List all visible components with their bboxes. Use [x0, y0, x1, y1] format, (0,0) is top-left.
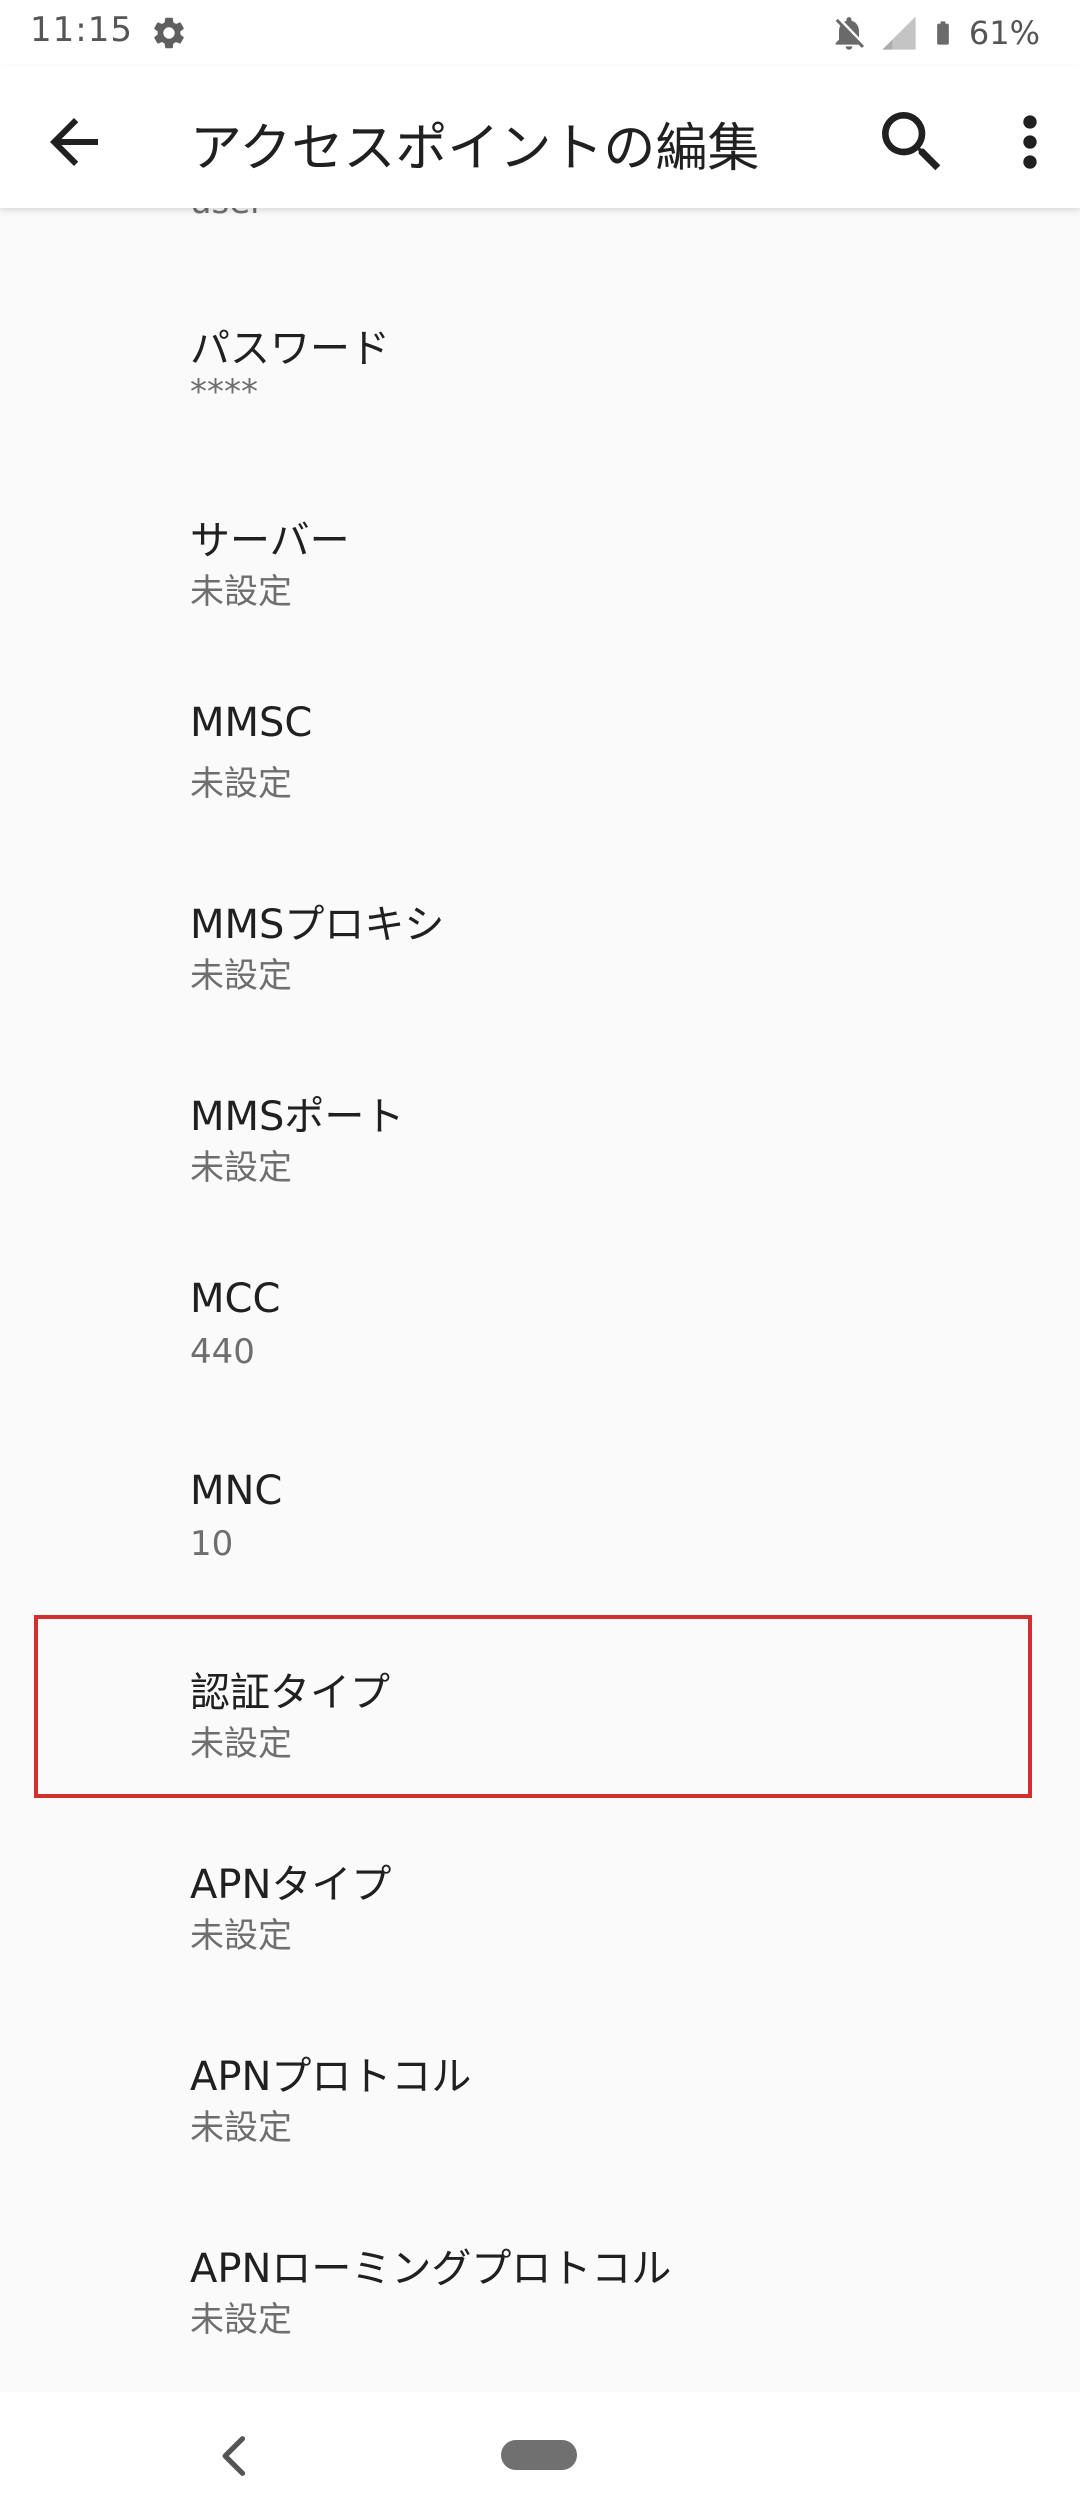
list-item-mms-port[interactable]: MMSポート 未設定 [0, 1084, 1080, 1276]
search-icon[interactable] [872, 102, 952, 182]
page-title: アクセスポイントの編集 [190, 119, 760, 179]
list-item-password[interactable]: パスワード **** [0, 316, 1080, 508]
status-bar: 11:15 61% [0, 0, 1080, 66]
list-item-mmsc[interactable]: MMSC 未設定 [0, 700, 1080, 892]
list-item-apn-protocol[interactable]: APNプロトコル 未設定 [0, 2044, 1080, 2236]
notifications-off-icon [835, 17, 864, 50]
item-summary: 未設定 [190, 2108, 292, 2148]
battery-percentage: 61% [968, 14, 1040, 52]
item-title: MMSプロキシ [190, 902, 445, 948]
item-summary: 440 [190, 1332, 255, 1372]
more-vert-icon[interactable] [1000, 102, 1060, 182]
item-summary: 未設定 [190, 764, 292, 804]
home-pill-icon[interactable] [501, 2440, 577, 2470]
item-title: APNローミングプロトコル [190, 2246, 672, 2292]
item-summary: 未設定 [190, 956, 292, 996]
app-bar: アクセスポイントの編集 [0, 66, 1080, 208]
item-title: サーバー [190, 518, 350, 564]
battery-icon [937, 21, 949, 45]
item-title: APNプロトコル [190, 2054, 472, 2100]
list-item-apn-type[interactable]: APNタイプ 未設定 [0, 1852, 1080, 2044]
settings-icon [154, 17, 184, 49]
signal-icon [882, 16, 916, 50]
item-title: APNタイプ [190, 1862, 392, 1908]
item-summary: **** [190, 372, 258, 412]
item-title: パスワード [190, 326, 390, 372]
list-item-mms-proxy[interactable]: MMSプロキシ 未設定 [0, 892, 1080, 1084]
back-arrow-icon[interactable] [38, 106, 110, 178]
item-title: MMSポート [190, 1094, 405, 1140]
item-summary: 未設定 [190, 1916, 292, 1956]
item-title: MCC [190, 1276, 281, 1322]
item-title: MMSC [190, 700, 313, 746]
item-summary: 未設定 [190, 2300, 292, 2340]
item-summary: 未設定 [190, 572, 292, 612]
navigation-bar [0, 2392, 1080, 2520]
list-item-mcc[interactable]: MCC 440 [0, 1276, 1080, 1468]
item-summary: 10 [190, 1524, 234, 1564]
nav-back-icon[interactable] [210, 2428, 262, 2484]
username-summary-partial: user [190, 208, 264, 222]
list-item-apn-roaming-protocol[interactable]: APNローミングプロトコル 未設定 [0, 2236, 1080, 2392]
status-icons: 61% [819, 10, 1040, 56]
item-summary: 未設定 [190, 1148, 292, 1188]
item-title: MNC [190, 1468, 283, 1514]
list-item-server[interactable]: サーバー 未設定 [0, 508, 1080, 700]
status-time: 11:15 [30, 10, 133, 50]
apn-settings-list: user パスワード **** サーバー 未設定 MMSC 未設定 MMSプロキ… [0, 208, 1080, 2392]
highlight-box [34, 1615, 1032, 1798]
